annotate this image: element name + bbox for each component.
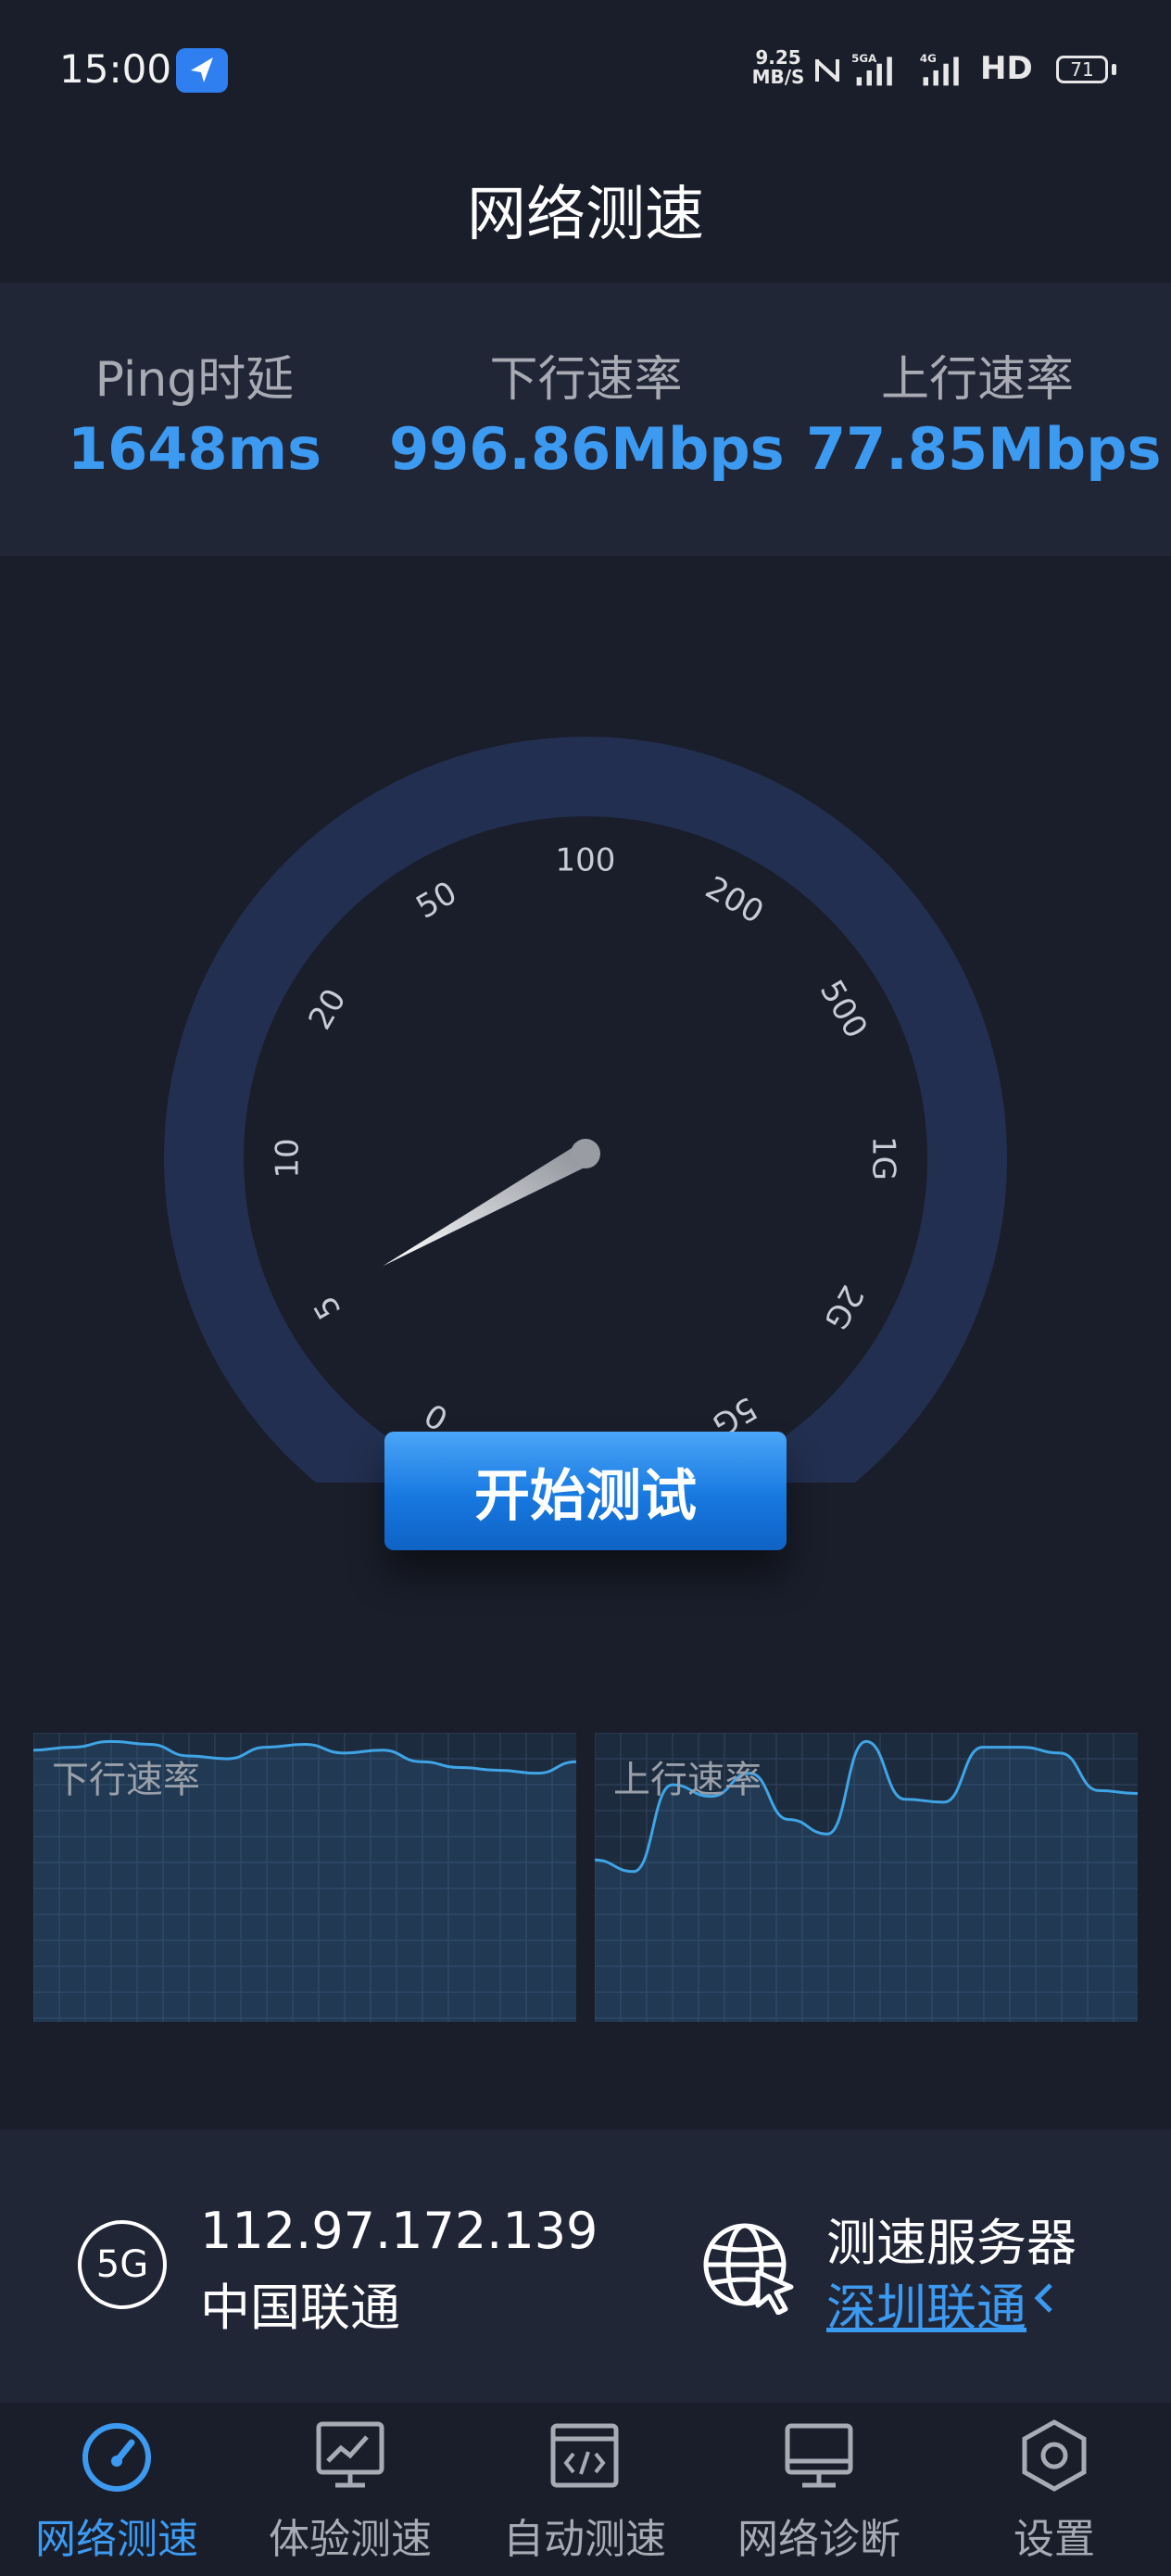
nav-speed-test[interactable]: 网络测速 — [0, 2404, 233, 2576]
download-stat: 下行速率 996.86Mbps — [389, 347, 785, 486]
download-history-chart: 下行速率 — [33, 1733, 576, 2022]
sim1-tag: 5GA — [851, 52, 877, 65]
nav-experience-test[interactable]: 体验测速 — [233, 2404, 467, 2576]
gauge-tick-50: 50 — [410, 874, 463, 926]
hd-indicator: HD — [980, 50, 1033, 87]
gauge-tick-2G: 2G — [816, 1279, 871, 1336]
nav-network-diagnosis[interactable]: 网络诊断 — [702, 2404, 936, 2576]
nav-auto-test[interactable]: 自动测速 — [468, 2404, 701, 2576]
gauge-track — [164, 737, 1007, 1483]
speed-gauge: 051020501002005001G2G5G — [164, 737, 1007, 1483]
download-chart-label: 下行速率 — [52, 1759, 200, 1801]
gauge-tick-1G: 1G — [865, 1136, 902, 1181]
gauge-tick-500: 500 — [812, 974, 875, 1044]
upload-chart-label: 上行速率 — [613, 1759, 762, 1801]
gauge-tick-200: 200 — [699, 869, 770, 931]
sim2-tag: 4G — [920, 52, 937, 65]
nfc-icon — [815, 59, 839, 82]
gauge-tick-20: 20 — [301, 983, 353, 1036]
monitor-icon — [785, 2423, 853, 2488]
start-test-button[interactable]: 开始测试 — [384, 1432, 787, 1550]
gauge-needle — [383, 1139, 600, 1267]
network-speed-indicator: 9.25 MB/S — [751, 46, 805, 88]
upload-stat: 上行速率 77.85Mbps — [806, 347, 1162, 486]
download-label: 下行速率 — [489, 352, 683, 408]
carrier-name: 中国联通 — [200, 2279, 400, 2337]
status-indicators: 9.25 MB/S 5GA 4G HD 71 — [750, 48, 1121, 95]
battery-cap — [1112, 64, 1116, 75]
gauge-tick-10: 10 — [270, 1138, 307, 1178]
battery-level: 71 — [1070, 58, 1094, 81]
nav-label: 网络测速 — [35, 2516, 198, 2563]
ping-label: Ping时延 — [94, 352, 295, 408]
signal-5ga-icon: 5GA — [851, 52, 892, 86]
chevron-left-icon[interactable] — [1030, 2279, 1058, 2317]
bottom-navigation: 网络测速 体验测速 自动测速 网络诊断 设置 — [0, 2404, 1171, 2576]
ping-value: 1648ms — [67, 415, 322, 483]
chart-monitor-icon — [316, 2421, 384, 2488]
location-arrow-icon — [176, 48, 228, 93]
battery-icon: 71 — [1056, 56, 1108, 83]
ping-stat: Ping时延 1648ms — [56, 347, 334, 486]
upload-history-chart: 上行速率 — [595, 1733, 1138, 2022]
speed-stats-panel: Ping时延 1648ms 下行速率 996.86Mbps 上行速率 77.85… — [0, 283, 1171, 556]
status-bar: 15:00 9.25 MB/S 5GA 4G HD 71 — [0, 0, 1171, 139]
nav-label: 体验测速 — [269, 2516, 432, 2563]
nav-label: 网络诊断 — [737, 2516, 900, 2563]
upload-value: 77.85Mbps — [806, 415, 1162, 483]
page-title: 网络测速 — [467, 181, 704, 249]
server-info-panel: 5G 112.97.172.139 中国联通 测速服务器 深圳联通 — [0, 2129, 1171, 2403]
gauge-tick-100: 100 — [556, 842, 616, 879]
signal-4g-icon: 4G — [920, 52, 959, 86]
ip-address: 112.97.172.139 — [200, 2202, 598, 2260]
gauge-tick-5: 5 — [307, 1289, 348, 1325]
settings-hexagon-icon — [1022, 2419, 1087, 2492]
network-type-badge: 5G — [78, 2220, 167, 2309]
server-select-link[interactable]: 深圳联通 — [826, 2267, 1026, 2340]
speedometer-icon — [82, 2423, 151, 2492]
nav-label: 设置 — [1014, 2516, 1095, 2563]
nav-settings[interactable]: 设置 — [938, 2404, 1171, 2576]
upload-label: 上行速率 — [880, 352, 1074, 408]
globe-cursor-icon — [703, 2223, 794, 2315]
download-value: 996.86Mbps — [389, 415, 785, 483]
server-label: 测速服务器 — [826, 2214, 1077, 2272]
status-time: 15:00 — [59, 46, 172, 92]
code-window-icon — [550, 2423, 619, 2488]
nav-label: 自动测速 — [503, 2516, 666, 2563]
